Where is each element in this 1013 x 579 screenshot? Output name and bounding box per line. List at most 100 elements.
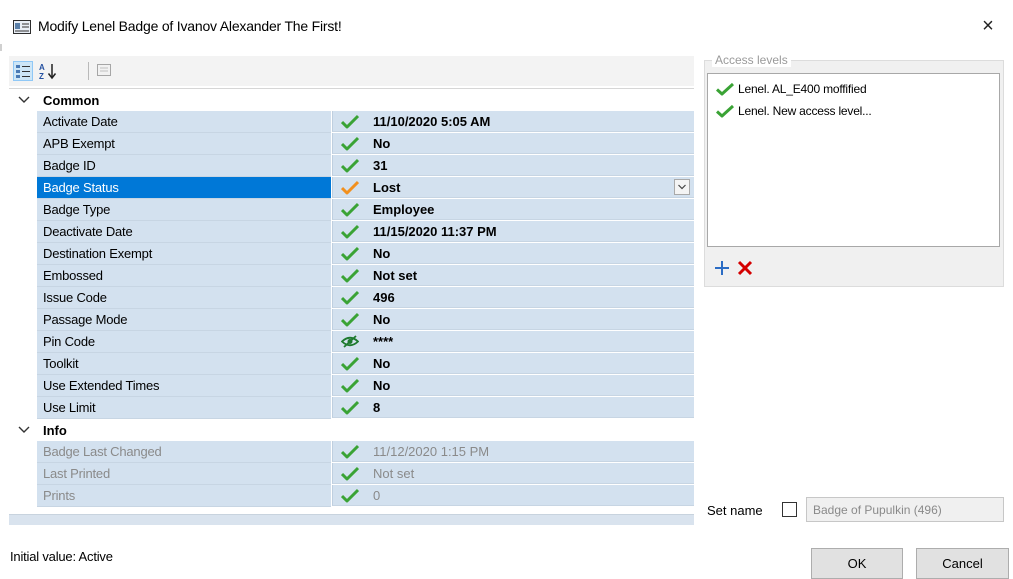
add-access-level-button[interactable] — [712, 258, 732, 278]
badge-window-icon — [13, 20, 31, 34]
property-grid-description-area — [9, 514, 694, 525]
check-icon — [341, 136, 359, 151]
property-name: Pin Code — [43, 334, 95, 349]
property-row-use-limit[interactable]: Use Limit 8 — [9, 397, 694, 419]
access-level-label: Lenel. AL_E400 moffified — [738, 82, 867, 96]
property-value[interactable]: 8 — [373, 400, 380, 415]
property-name: Last Printed — [43, 466, 110, 481]
check-icon — [716, 104, 734, 118]
property-value[interactable]: **** — [373, 334, 393, 349]
property-row-destination-exempt[interactable]: Destination Exempt No — [9, 243, 694, 265]
property-value[interactable]: Employee — [373, 202, 434, 217]
property-name: Embossed — [43, 268, 103, 283]
property-value[interactable]: No — [373, 312, 390, 327]
category-info[interactable]: Info — [9, 419, 694, 441]
delete-x-icon — [737, 260, 753, 276]
property-row-apb-exempt[interactable]: APB Exempt No — [9, 133, 694, 155]
property-value[interactable]: No — [373, 136, 390, 151]
access-level-item[interactable]: Lenel. New access level... — [716, 102, 872, 120]
check-icon — [341, 268, 359, 283]
property-pages-icon — [97, 64, 111, 76]
property-row-deactivate-date[interactable]: Deactivate Date 11/15/2020 11:37 PM — [9, 221, 694, 243]
property-name: Badge Status — [43, 180, 119, 195]
property-name: Prints — [43, 488, 76, 503]
property-row-embossed[interactable]: Embossed Not set — [9, 265, 694, 287]
window-title: Modify Lenel Badge of Ivanov Alexander T… — [38, 18, 342, 34]
chevron-down-icon — [678, 184, 686, 190]
set-name-checkbox[interactable] — [782, 502, 797, 517]
property-row-badge-id[interactable]: Badge ID 31 — [9, 155, 694, 177]
property-row-pin-code[interactable]: Pin Code **** — [9, 331, 694, 353]
property-value[interactable]: No — [373, 378, 390, 393]
property-value[interactable]: 11/15/2020 11:37 PM — [373, 224, 497, 239]
set-name-input[interactable] — [806, 497, 1004, 522]
property-row-badge-status[interactable]: Badge Status Lost — [9, 177, 694, 199]
categorized-view-button[interactable] — [13, 61, 33, 81]
check-icon — [716, 82, 734, 96]
svg-text:Z: Z — [39, 72, 44, 81]
property-grid: Common Activate Date 11/10/2020 5:05 AM … — [9, 88, 694, 515]
property-name: Badge Type — [43, 202, 111, 217]
property-value[interactable]: No — [373, 356, 390, 371]
property-value[interactable]: 31 — [373, 158, 387, 173]
property-name: APB Exempt — [43, 136, 115, 151]
remove-access-level-button[interactable] — [735, 258, 755, 278]
check-icon — [341, 312, 359, 327]
check-icon — [341, 444, 359, 459]
property-name: Toolkit — [43, 356, 79, 371]
property-name: Badge Last Changed — [43, 444, 162, 459]
property-row-last-printed[interactable]: Last Printed Not set — [9, 463, 694, 485]
property-row-issue-code[interactable]: Issue Code 496 — [9, 287, 694, 309]
property-value[interactable]: 496 — [373, 290, 395, 305]
property-value[interactable]: Not set — [373, 268, 417, 283]
alphabetical-sort-button[interactable]: A Z — [38, 61, 58, 81]
close-button[interactable]: × — [973, 12, 1003, 40]
category-label: Common — [43, 93, 100, 108]
property-row-toolkit[interactable]: Toolkit No — [9, 353, 694, 375]
status-text: Initial value: Active — [10, 549, 113, 564]
hidden-eye-icon[interactable] — [341, 334, 359, 349]
property-value[interactable]: 11/10/2020 5:05 AM — [373, 114, 490, 129]
category-common[interactable]: Common — [9, 89, 694, 111]
property-row-prints[interactable]: Prints 0 — [9, 485, 694, 507]
chevron-down-icon[interactable] — [17, 93, 31, 107]
svg-text:A: A — [39, 63, 45, 72]
plus-icon — [715, 261, 729, 275]
badge-status-dropdown-button[interactable] — [674, 179, 690, 195]
property-row-use-extended-times[interactable]: Use Extended Times No — [9, 375, 694, 397]
check-icon — [341, 378, 359, 393]
access-levels-list[interactable]: Lenel. AL_E400 moffified Lenel. New acce… — [707, 73, 1000, 247]
property-name: Deactivate Date — [43, 224, 133, 239]
check-icon — [341, 202, 359, 217]
check-icon — [341, 246, 359, 261]
property-row-badge-type[interactable]: Badge Type Employee — [9, 199, 694, 221]
category-label: Info — [43, 423, 67, 438]
property-name: Badge ID — [43, 158, 96, 173]
check-icon — [341, 400, 359, 415]
check-orange-icon — [341, 180, 359, 195]
cancel-button[interactable]: Cancel — [916, 548, 1009, 579]
check-icon — [341, 290, 359, 305]
property-row-badge-last-changed[interactable]: Badge Last Changed 11/12/2020 1:15 PM — [9, 441, 694, 463]
toolbar-separator — [88, 62, 89, 80]
alphabetical-sort-icon: A Z — [39, 63, 57, 81]
ok-button[interactable]: OK — [811, 548, 903, 579]
property-row-activate-date[interactable]: Activate Date 11/10/2020 5:05 AM — [9, 111, 694, 133]
title-bar: Modify Lenel Badge of Ivanov Alexander T… — [0, 0, 1013, 44]
property-value[interactable]: Lost — [373, 180, 400, 195]
check-icon — [341, 466, 359, 481]
set-name-label: Set name — [707, 503, 763, 518]
property-row-passage-mode[interactable]: Passage Mode No — [9, 309, 694, 331]
check-icon — [341, 488, 359, 503]
property-grid-toolbar: A Z — [9, 56, 694, 86]
property-pages-button[interactable] — [95, 61, 115, 81]
chevron-down-icon[interactable] — [17, 423, 31, 437]
check-icon — [341, 114, 359, 129]
property-value[interactable]: No — [373, 246, 390, 261]
property-name: Destination Exempt — [43, 246, 153, 261]
access-level-label: Lenel. New access level... — [738, 104, 872, 118]
property-value: 0 — [373, 488, 381, 503]
property-value: 11/12/2020 1:15 PM — [373, 444, 490, 459]
property-name: Use Limit — [43, 400, 96, 415]
access-level-item[interactable]: Lenel. AL_E400 moffified — [716, 80, 867, 98]
